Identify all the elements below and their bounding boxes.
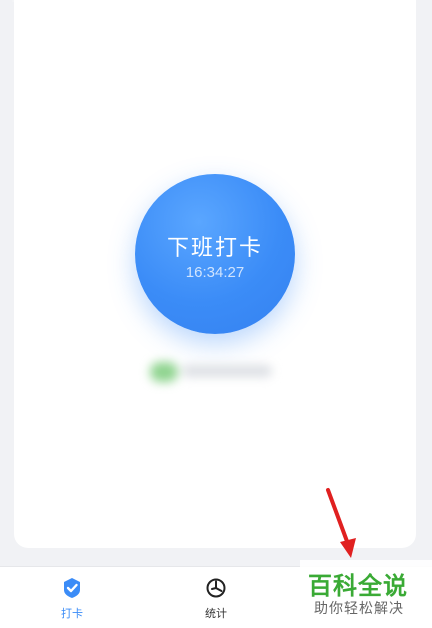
pie-chart-icon: [206, 578, 226, 598]
tab-statistics[interactable]: 统计: [144, 567, 288, 628]
watermark-logo: 百科全说 助你轻松解决: [300, 560, 432, 627]
watermark-title: 百科全说: [308, 572, 408, 600]
watermark-subtitle: 助你轻松解决: [314, 601, 404, 617]
tab-clock-in-label: 打卡: [61, 607, 83, 620]
clock-out-button[interactable]: 下班打卡 16:34:27: [135, 174, 295, 334]
tab-statistics-label: 统计: [205, 607, 227, 620]
location-icon: [150, 362, 178, 382]
red-arrow-annotation: [326, 488, 356, 558]
location-status-blurred: [146, 356, 276, 386]
location-text-redacted: [182, 365, 272, 377]
tab-clock-in[interactable]: 打卡: [0, 567, 144, 628]
check-circle-icon: [64, 578, 80, 598]
current-time: 16:34:27: [185, 264, 245, 281]
clock-out-label: 下班打卡: [166, 236, 263, 261]
